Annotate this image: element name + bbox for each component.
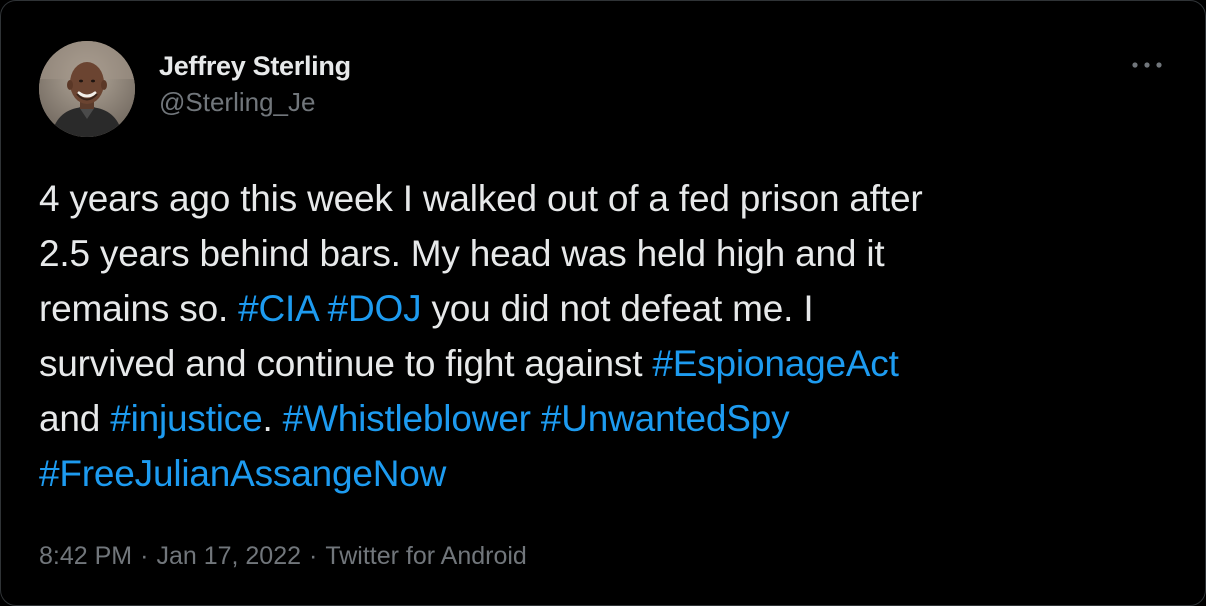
- tweet-text-line: 4 years ago this week I walked out of a …: [39, 171, 1179, 226]
- hashtag-link[interactable]: #EspionageAct: [652, 343, 899, 384]
- tweet-text-line: survived and continue to fight against #…: [39, 336, 1179, 391]
- tweet-text-segment: you did not defeat me. I: [421, 288, 814, 329]
- tweet-text-segment: 4 years ago this week I walked out of a …: [39, 178, 923, 219]
- hashtag-link[interactable]: #UnwantedSpy: [541, 398, 790, 439]
- hashtag-link[interactable]: #injustice: [110, 398, 262, 439]
- hashtag-link[interactable]: #Whistleblower: [283, 398, 531, 439]
- author-info: Jeffrey Sterling @Sterling_Je: [159, 49, 351, 119]
- tweet-meta: 8:42 PM · Jan 17, 2022 · Twitter for Android: [39, 539, 527, 573]
- tweet-text: 4 years ago this week I walked out of a …: [39, 171, 1179, 501]
- meta-separator: ·: [140, 542, 149, 570]
- tweet-time[interactable]: 8:42 PM: [39, 542, 132, 570]
- tweet-text-segment: and: [39, 398, 111, 439]
- author-display-name[interactable]: Jeffrey Sterling: [159, 49, 351, 83]
- tweet-date[interactable]: Jan 17, 2022: [156, 542, 301, 570]
- tweet-text-segment: [531, 398, 541, 439]
- author-avatar[interactable]: [39, 41, 135, 137]
- tweet-text-segment: [318, 288, 328, 329]
- more-options-button[interactable]: [1127, 51, 1167, 79]
- tweet-text-line: and #injustice. #Whistleblower #Unwanted…: [39, 391, 1179, 446]
- more-horizontal-icon: [1132, 62, 1162, 68]
- tweet-text-segment: survived and continue to fight against: [39, 343, 653, 384]
- hashtag-link[interactable]: #FreeJulianAssangeNow: [39, 453, 446, 494]
- tweet-text-segment: .: [262, 398, 283, 439]
- tweet-text-segment: 2.5 years behind bars. My head was held …: [39, 233, 885, 274]
- hashtag-link[interactable]: #DOJ: [328, 288, 422, 329]
- tweet-text-line: 2.5 years behind bars. My head was held …: [39, 226, 1179, 281]
- tweet-text-line: remains so. #CIA #DOJ you did not defeat…: [39, 281, 1179, 336]
- tweet-text-segment: remains so.: [39, 288, 239, 329]
- tweet-card: Jeffrey Sterling @Sterling_Je 4 years ag…: [0, 0, 1206, 606]
- tweet-text-line: #FreeJulianAssangeNow: [39, 446, 1179, 501]
- meta-separator: ·: [309, 542, 318, 570]
- tweet-source[interactable]: Twitter for Android: [325, 542, 526, 570]
- hashtag-link[interactable]: #CIA: [238, 288, 318, 329]
- author-handle[interactable]: @Sterling_Je: [159, 85, 351, 119]
- profile-photo: [39, 41, 135, 137]
